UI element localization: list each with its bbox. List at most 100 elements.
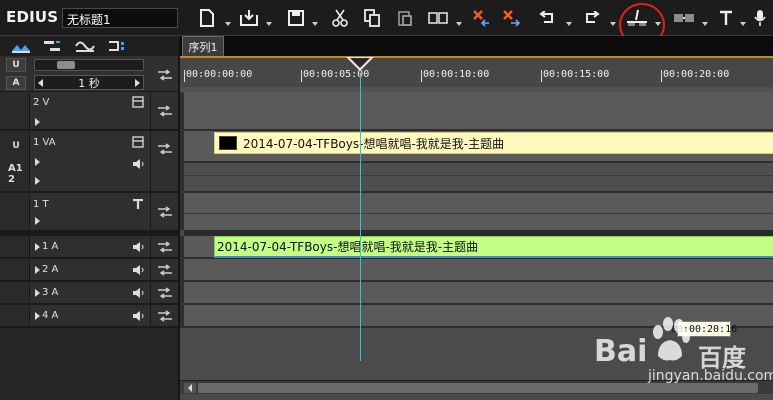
track-patch-1va[interactable]: [150, 131, 178, 191]
track-height-icon[interactable]: [42, 39, 64, 53]
lane-2a[interactable]: [184, 259, 773, 282]
video-patch-badge[interactable]: U: [8, 139, 24, 153]
track-patch-2a[interactable]: [150, 259, 178, 280]
audio-patch-badge[interactable]: A1 2: [8, 163, 24, 185]
track-header-1a[interactable]: 1 A: [0, 236, 178, 259]
lane-3a[interactable]: [184, 282, 773, 305]
track-patch-2v[interactable]: [150, 92, 178, 129]
zoom-out-arrow-icon[interactable]: [38, 79, 43, 87]
lane-1va-audio-b[interactable]: [184, 176, 773, 193]
project-name-field[interactable]: 无标题1: [62, 8, 178, 28]
expand-track-icon[interactable]: [35, 217, 40, 225]
timecode-ruler[interactable]: 00:00:00:00 00:00:05:00 00:00:10:00 00:0…: [180, 56, 773, 92]
undo-dropdown[interactable]: [566, 22, 572, 26]
track-name: 2 A: [42, 264, 59, 275]
lane-edge: [180, 193, 184, 230]
patch-switch-icon[interactable]: [157, 143, 173, 155]
patch-switch-icon[interactable]: [157, 105, 173, 117]
scroll-left-button[interactable]: [184, 383, 196, 393]
expand-audio-icon[interactable]: [35, 177, 40, 185]
save-dropdown[interactable]: [312, 22, 318, 26]
track-settings-icon[interactable]: [106, 39, 128, 53]
lane-edge: [180, 92, 184, 131]
speaker-icon[interactable]: [132, 265, 144, 275]
track-header-3a[interactable]: 3 A: [0, 282, 178, 305]
ripple-delete-button[interactable]: [500, 7, 522, 29]
ruler-label: 00:00:15:00: [543, 69, 610, 80]
new-project-button[interactable]: [198, 7, 216, 29]
insert-mode-button[interactable]: [427, 7, 449, 29]
track-side-1a: [0, 236, 30, 257]
audio-lock-toggle[interactable]: A: [6, 76, 26, 90]
zoom-slider-thumb[interactable]: [57, 61, 75, 69]
patch-switch-icon[interactable]: [157, 310, 173, 322]
track-panel-empty: [0, 328, 178, 400]
undo-button[interactable]: [538, 7, 556, 29]
transition-button[interactable]: [672, 7, 696, 29]
patch-switch-icon[interactable]: [157, 206, 173, 218]
delete-button[interactable]: [470, 7, 492, 29]
cut-button[interactable]: [331, 7, 349, 29]
insert-mode-dropdown[interactable]: [456, 22, 462, 26]
track-side-1t: [0, 193, 30, 230]
track-header-4a[interactable]: 4 A: [0, 305, 178, 328]
title-button[interactable]: [718, 7, 736, 29]
expand-track-icon[interactable]: [35, 266, 40, 274]
track-header-1va[interactable]: U A1 2 1 VA: [0, 131, 178, 193]
redo-dropdown[interactable]: [610, 22, 616, 26]
title-dropdown[interactable]: [740, 22, 746, 26]
speaker-icon[interactable]: [132, 288, 144, 298]
title-track-icon[interactable]: [132, 199, 144, 209]
expand-track-icon[interactable]: [35, 312, 40, 320]
lane-1va-audio-a[interactable]: [184, 163, 773, 176]
save-button[interactable]: [286, 7, 306, 29]
track-header-2a[interactable]: 2 A: [0, 259, 178, 282]
speaker-icon[interactable]: [132, 311, 144, 321]
zoom-in-arrow-icon[interactable]: [135, 79, 140, 87]
track-side-1va: U A1 2: [0, 131, 30, 191]
zoom-slider[interactable]: [34, 59, 144, 71]
patch-switch-icon[interactable]: [157, 241, 173, 253]
track-patch-1t[interactable]: [150, 193, 178, 230]
patch-switch-icon[interactable]: [157, 264, 173, 276]
expand-track-icon[interactable]: [35, 289, 40, 297]
clip-name: 2014-07-04-TFBoys-想唱就唱-我就是我-主题曲: [243, 136, 505, 151]
patch-switch-icon[interactable]: [157, 287, 173, 299]
ruler-label: 00:00:10:00: [423, 69, 490, 80]
main-toolbar: EDIUS 无标题1: [0, 0, 773, 47]
track-patch-4a[interactable]: [150, 305, 178, 326]
speaker-icon[interactable]: [132, 242, 144, 252]
track-header-2v[interactable]: 2 V: [0, 92, 178, 131]
track-patch-3a[interactable]: [150, 282, 178, 303]
redo-icon: [586, 11, 600, 23]
zoom-level-select[interactable]: 1 秒: [34, 75, 144, 90]
waveform-toggle-icon[interactable]: [74, 39, 96, 53]
open-dropdown[interactable]: [266, 22, 272, 26]
expand-tracks-icon[interactable]: [10, 39, 32, 53]
lane-2v[interactable]: [184, 92, 773, 131]
transition-dropdown[interactable]: [702, 22, 708, 26]
speaker-icon[interactable]: [132, 159, 144, 169]
ruler-tick: [301, 70, 302, 82]
video-mute-icon[interactable]: [132, 136, 144, 148]
video-clip[interactable]: 2014-07-04-TFBoys-想唱就唱-我就是我-主题曲: [214, 132, 773, 154]
audio-clip[interactable]: 2014-07-04-TFBoys-想唱就唱-我就是我-主题曲: [214, 236, 773, 258]
new-project-dropdown[interactable]: [225, 22, 231, 26]
track-header-1t[interactable]: 1 T: [0, 193, 178, 236]
sync-lock-toggle[interactable]: U: [6, 58, 26, 72]
redo-button[interactable]: [583, 7, 601, 29]
cut-icon: [332, 9, 348, 27]
voice-over-button[interactable]: [752, 7, 768, 29]
open-button[interactable]: [238, 7, 260, 29]
lane-edge: [180, 131, 184, 193]
expand-track-icon[interactable]: [35, 118, 40, 126]
video-mute-icon[interactable]: [132, 96, 144, 108]
expand-track-icon[interactable]: [35, 243, 40, 251]
lane-1t[interactable]: [184, 193, 773, 236]
tab-sequence-1[interactable]: 序列1: [182, 36, 224, 56]
expand-track-icon[interactable]: [35, 158, 40, 166]
track-patch-1a[interactable]: [150, 236, 178, 257]
copy-button[interactable]: [363, 7, 381, 29]
patch-switch-icon[interactable]: [157, 69, 173, 81]
paste-button[interactable]: [396, 7, 414, 29]
